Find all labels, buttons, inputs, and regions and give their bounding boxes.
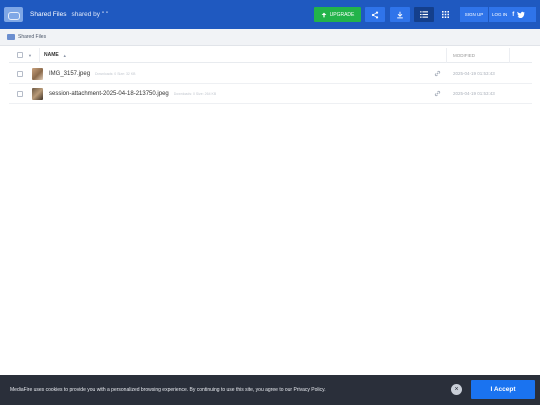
upgrade-icon [321,12,327,17]
file-meta: Downloads: 0 Size: 264 KB [173,91,217,96]
modified-column-header[interactable]: MODIFIED [453,53,475,58]
download-icon [397,11,403,18]
log-in-group: LOG IN f [489,7,536,22]
header-bar: Shared Files shared by " " UPGRADE SIGN … [0,0,540,29]
cookie-message: MediaFire uses cookies to provide you wi… [10,387,326,393]
cookie-banner: MediaFire uses cookies to provide you wi… [0,375,540,405]
grid-view-icon [441,11,449,18]
row-checkbox[interactable] [17,90,23,97]
list-view-icon [420,11,428,18]
chevron-down-icon[interactable]: ▼ [28,53,32,58]
column-divider [446,48,447,63]
accept-cookies-button[interactable]: I Accept [471,380,535,399]
twitter-icon[interactable] [517,11,526,18]
breadcrumb-item[interactable]: Shared Files [18,34,46,40]
share-button[interactable] [365,7,385,22]
column-divider [509,48,510,63]
upgrade-button[interactable]: UPGRADE [314,7,361,22]
link-icon[interactable] [434,70,441,77]
upgrade-label: UPGRADE [329,11,355,18]
download-button[interactable] [390,7,410,22]
select-all-checkbox[interactable] [17,52,23,58]
close-icon[interactable]: × [451,384,462,395]
sign-up-button[interactable]: SIGN UP [460,7,488,22]
grid-view-button[interactable] [435,7,455,22]
log-in-button[interactable]: LOG IN [492,12,507,17]
name-column-header[interactable]: NAME [44,52,59,58]
breadcrumb: Shared Files [0,29,540,46]
shared-by-label: shared by " " [71,11,109,18]
link-icon[interactable] [434,90,441,97]
file-meta: Downloads: 0 Size: 32 KB [95,71,136,76]
column-divider [39,48,40,63]
folder-icon [7,34,15,40]
file-name[interactable]: IMG_3157.jpeg [49,71,90,77]
table-row[interactable]: IMG_3157.jpeg Downloads: 0 Size: 32 KB 2… [9,64,532,84]
row-checkbox[interactable] [17,70,23,77]
folder-logo-icon[interactable] [4,7,23,22]
file-thumbnail [32,87,43,100]
share-icon [371,10,379,19]
page-title: Shared Files [30,11,67,18]
facebook-icon[interactable]: f [512,12,514,18]
table-header: ▼ NAME ▲ MODIFIED [9,48,532,63]
file-name[interactable]: session-attachment-2025-04-18-213750.jpe… [49,91,169,97]
modified-date: 2025-04-19 01:53:43 [453,91,495,96]
table-row[interactable]: session-attachment-2025-04-18-213750.jpe… [9,84,532,104]
list-view-button[interactable] [414,7,434,22]
file-thumbnail [32,67,43,80]
page: Shared Files shared by " " UPGRADE SIGN … [0,0,540,405]
modified-date: 2025-04-19 01:53:43 [453,71,495,76]
sort-icon[interactable]: ▲ [63,53,67,58]
